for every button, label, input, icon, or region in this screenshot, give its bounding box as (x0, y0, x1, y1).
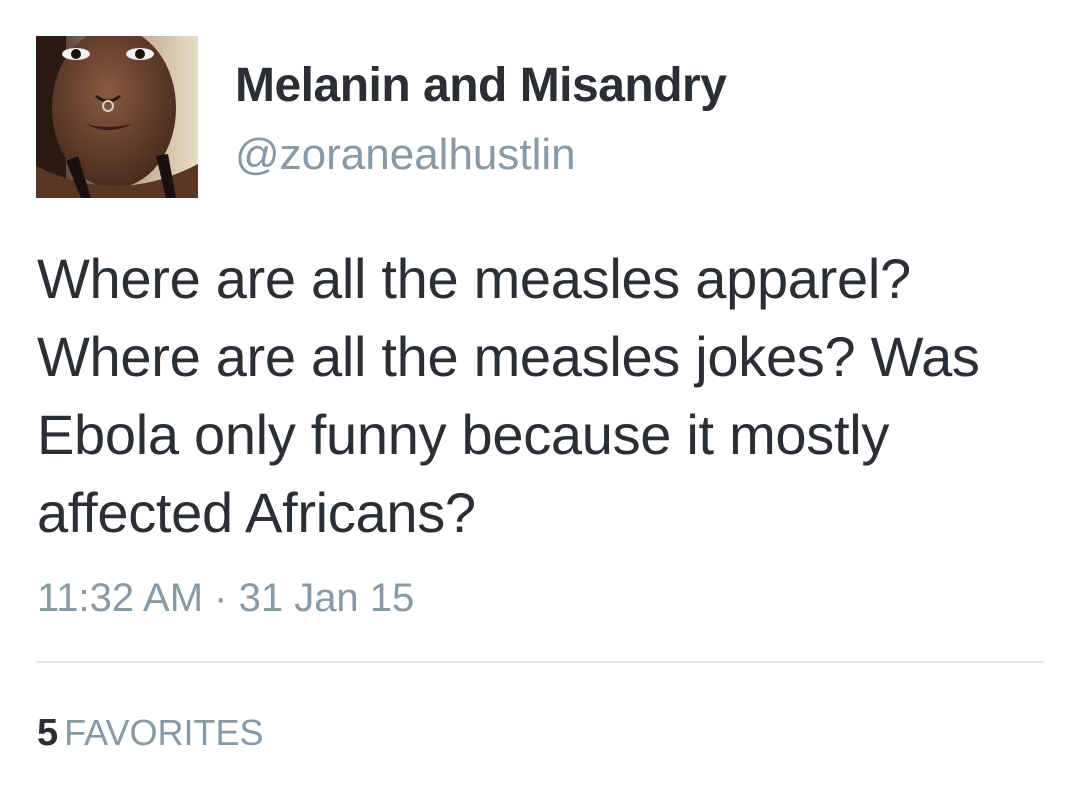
tweet-card: Melanin and Misandry @zoranealhustlin Wh… (0, 0, 1079, 792)
author-display-name[interactable]: Melanin and Misandry (235, 58, 727, 113)
favorites-count: 5 (37, 712, 59, 754)
divider (36, 661, 1044, 663)
tweet-text: Where are all the measles apparel? Where… (37, 247, 980, 544)
tweet-timestamp[interactable]: 11:32 AM · 31 Jan 15 (37, 576, 414, 621)
avatar[interactable] (36, 36, 198, 198)
favorites-stat[interactable]: 5 FAVORITES (37, 712, 264, 755)
favorites-label: FAVORITES (64, 712, 264, 753)
author-handle[interactable]: @zoranealhustlin (235, 130, 576, 180)
avatar-photo (36, 36, 198, 198)
